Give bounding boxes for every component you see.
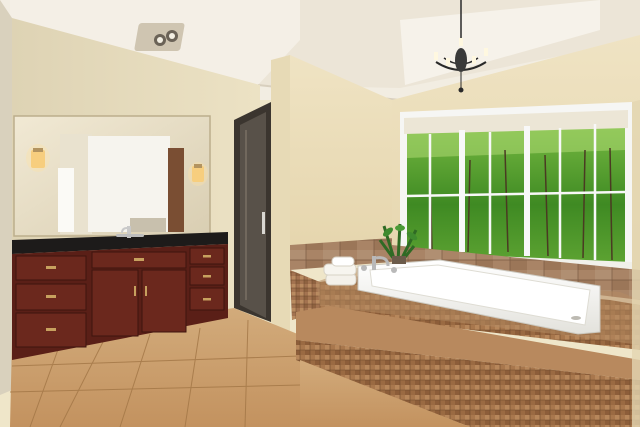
bay-window bbox=[400, 102, 632, 272]
partition-edge bbox=[271, 55, 290, 335]
wall-sconce-right bbox=[188, 162, 208, 186]
vanity-mirror bbox=[13, 115, 211, 237]
bathroom-photo bbox=[0, 0, 640, 427]
shower-door bbox=[234, 102, 271, 322]
ceiling-light bbox=[134, 23, 185, 51]
bathroom-illustration bbox=[0, 0, 640, 427]
door-frame-left bbox=[0, 0, 12, 395]
wall-sconce-left bbox=[26, 144, 50, 172]
